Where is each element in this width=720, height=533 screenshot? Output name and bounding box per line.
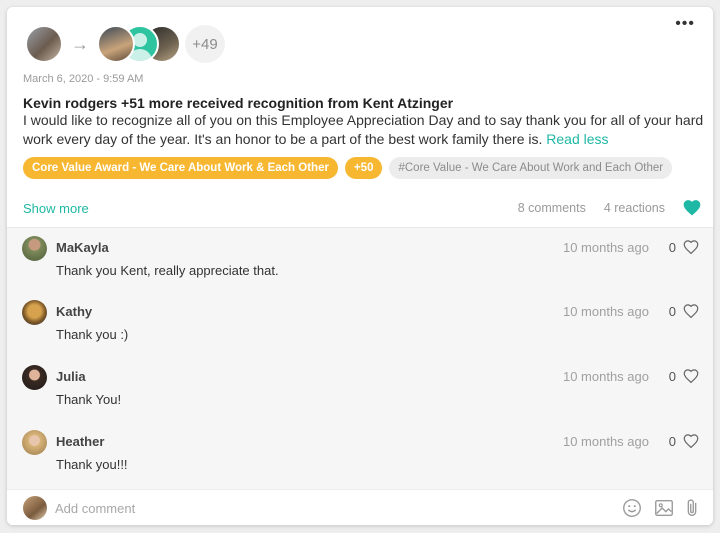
post-headline: Kevin rodgers +51 more received recognit… [23, 95, 454, 111]
read-less-link[interactable]: Read less [546, 131, 608, 147]
comment-time: 10 months ago [562, 240, 649, 255]
comment-like-count: 0 [668, 369, 676, 384]
comment-text: Thank you!!! [56, 457, 128, 472]
post-timestamp: March 6, 2020 - 9:59 AM [23, 73, 144, 85]
comment-time: 10 months ago [562, 369, 649, 384]
recipient-avatar[interactable] [97, 25, 135, 63]
reactions-count[interactable]: 4 reactions [604, 201, 665, 215]
commenter-avatar[interactable] [22, 365, 47, 390]
comment-composer [7, 489, 713, 525]
tags-row: Core Value Award - We Care About Work & … [23, 157, 673, 179]
comment-item: Julia Thank You! 10 months ago 0 [7, 357, 713, 417]
comment-time: 10 months ago [562, 304, 649, 319]
commenter-name[interactable]: Heather [56, 434, 104, 449]
recognition-post-card: ••• → +49 March 6, 2020 - 9:59 AM Kevin … [7, 7, 713, 525]
heart-outline-icon[interactable] [682, 302, 700, 320]
comment-time: 10 months ago [562, 434, 649, 449]
commenter-avatar[interactable] [22, 300, 47, 325]
current-user-avatar [23, 496, 47, 520]
more-awards-tag[interactable]: +50 [344, 157, 383, 179]
post-message: I would like to recognize all of you on … [23, 111, 707, 149]
heart-outline-icon[interactable] [682, 367, 700, 385]
commenter-name[interactable]: Julia [56, 369, 86, 384]
image-icon[interactable] [653, 497, 675, 519]
comment-text: Thank You! [56, 392, 122, 407]
commenter-avatar[interactable] [22, 430, 47, 455]
core-value-award-tag[interactable]: Core Value Award - We Care About Work & … [23, 157, 338, 179]
comment-item: Kathy Thank you :) 10 months ago 0 [7, 292, 713, 352]
comment-item: Heather Thank you!!! 10 months ago 0 [7, 422, 713, 482]
comment-item: MaKayla Thank you Kent, really appreciat… [7, 228, 713, 288]
comments-section: MaKayla Thank you Kent, really appreciat… [7, 227, 713, 489]
heart-outline-icon[interactable] [682, 238, 700, 256]
show-more-link[interactable]: Show more [23, 201, 89, 216]
comment-like-count: 0 [668, 434, 676, 449]
comment-like-count: 0 [668, 304, 676, 319]
comment-text: Thank you :) [56, 327, 129, 342]
commenter-name[interactable]: Kathy [56, 304, 92, 319]
heart-filled-icon[interactable] [682, 198, 702, 218]
comment-text: Thank you Kent, really appreciate that. [56, 263, 279, 278]
heart-outline-icon[interactable] [682, 432, 700, 450]
more-recipients-count[interactable]: +49 [185, 25, 225, 63]
giver-avatar[interactable] [25, 25, 63, 63]
more-options-button[interactable]: ••• [675, 16, 695, 32]
arrow-right-icon: → [71, 34, 89, 54]
comment-like-count: 0 [668, 240, 676, 255]
comments-count[interactable]: 8 comments [518, 201, 586, 215]
commenter-avatar[interactable] [22, 236, 47, 261]
post-stats: 8 comments 4 reactions [518, 201, 665, 215]
paperclip-icon[interactable] [681, 497, 703, 519]
commenter-name[interactable]: MaKayla [56, 240, 109, 255]
emoji-icon[interactable] [621, 497, 643, 519]
add-comment-input[interactable] [55, 494, 575, 522]
hashtag-tag[interactable]: #Core Value - We Care About Work and Eac… [389, 157, 673, 179]
